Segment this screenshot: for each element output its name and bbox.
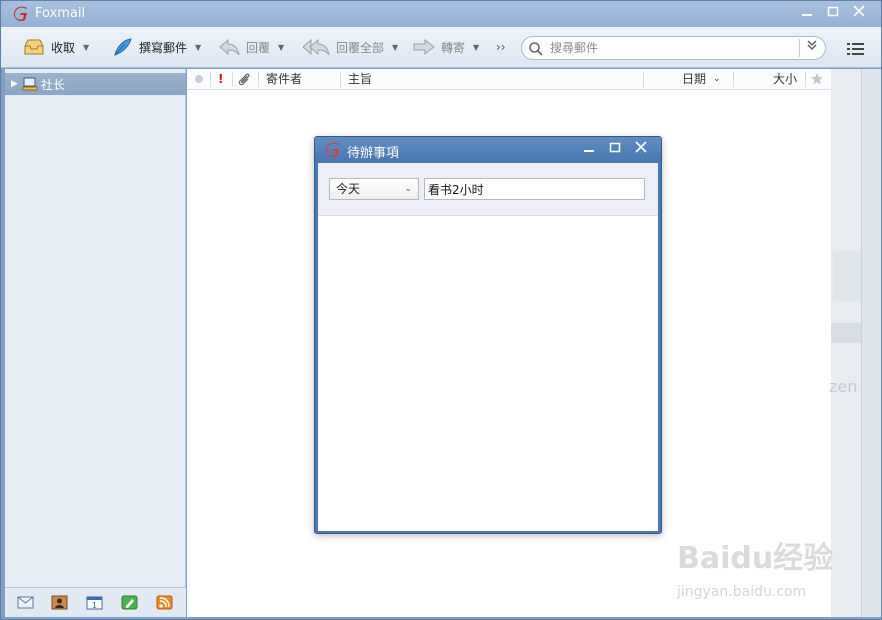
search-input[interactable] xyxy=(550,40,790,56)
receive-label: 收取 xyxy=(51,40,76,55)
forward-arrow-icon xyxy=(413,38,435,56)
chevron-down-icon[interactable]: ▼ xyxy=(392,43,398,52)
notes-icon[interactable] xyxy=(121,595,138,610)
attachment-icon[interactable] xyxy=(237,72,251,86)
maximize-icon xyxy=(609,142,621,153)
foxmail-window: Foxmail 收取 ▼ 撰寫郵件 ▼ 回覆 ▼ 回覆全部 ▼ 轉寄 ▼ ›› … xyxy=(0,0,882,620)
dialog-close-button[interactable] xyxy=(631,141,651,159)
account-item[interactable]: ▶ 社长 xyxy=(5,73,186,95)
forward-label: 轉寄 xyxy=(441,40,466,55)
forward-button[interactable]: 轉寄 ▼ xyxy=(413,36,479,58)
search-options-button[interactable] xyxy=(799,39,823,57)
minimize-button[interactable] xyxy=(797,5,817,23)
reply-arrow-icon xyxy=(219,38,240,56)
close-icon xyxy=(635,141,647,153)
minimize-icon xyxy=(802,14,812,16)
watermark-url: jingyan.baidu.com xyxy=(677,584,807,600)
todo-dialog-titlebar[interactable]: 待辦事項 xyxy=(315,137,661,163)
app-title: Foxmail xyxy=(35,6,86,21)
chevron-down-icon[interactable]: ▼ xyxy=(473,43,479,52)
background-brand-text: zen xyxy=(829,377,858,396)
receive-button[interactable]: 收取 ▼ xyxy=(23,36,89,58)
star-icon[interactable] xyxy=(810,72,824,86)
svg-text:1: 1 xyxy=(92,601,97,610)
minimize-icon xyxy=(584,150,594,152)
maximize-icon xyxy=(827,6,839,17)
due-date-select[interactable]: 今天 ⌄ xyxy=(329,178,419,200)
reply-all-arrow-icon xyxy=(302,38,330,56)
chevron-down-icon[interactable]: ▼ xyxy=(83,43,89,52)
sender-column-header[interactable]: 寄件者 xyxy=(266,71,302,87)
read-status-icon[interactable] xyxy=(194,74,204,84)
close-icon xyxy=(853,5,865,17)
todo-entry-bar: 今天 ⌄ xyxy=(318,163,658,216)
dialog-minimize-button[interactable] xyxy=(579,141,599,159)
due-date-value: 今天 xyxy=(336,182,361,196)
module-switcher: 1 xyxy=(5,587,186,617)
foxmail-logo-icon xyxy=(13,6,27,22)
compose-label: 撰寫郵件 xyxy=(139,40,188,55)
maximize-button[interactable] xyxy=(823,5,843,23)
rss-feed-icon[interactable] xyxy=(156,595,173,610)
account-label: 社长 xyxy=(40,77,65,92)
account-computer-icon xyxy=(22,77,38,91)
background-graphic xyxy=(831,323,861,343)
task-input[interactable] xyxy=(424,178,645,200)
search-icon xyxy=(529,42,543,56)
search-box xyxy=(521,36,826,60)
more-tools-button[interactable]: ›› xyxy=(496,36,506,58)
preview-scrollbar[interactable] xyxy=(861,69,881,617)
chevron-down-icon: ⌄ xyxy=(404,184,412,194)
priority-column-header[interactable]: ! xyxy=(218,71,223,87)
contacts-icon[interactable] xyxy=(51,595,68,610)
feather-pen-icon xyxy=(114,38,132,56)
todo-dialog-body: 今天 ⌄ xyxy=(318,163,658,531)
baidu-watermark: Baidu经验 xyxy=(677,541,834,576)
size-column-header[interactable]: 大小 xyxy=(773,71,797,87)
mail-icon[interactable] xyxy=(17,595,34,610)
background-graphic xyxy=(833,251,861,301)
preview-pane xyxy=(831,69,861,617)
todo-dialog: 待辦事項 今天 ⌄ xyxy=(314,136,662,534)
foxmail-logo-icon xyxy=(325,142,339,158)
chevron-down-icon[interactable]: ▼ xyxy=(278,43,284,52)
todo-dialog-title: 待辦事項 xyxy=(347,146,400,161)
date-column-header[interactable]: 日期 xyxy=(682,71,706,87)
compose-button[interactable]: 撰寫郵件 ▼ xyxy=(111,36,201,58)
expand-triangle-icon[interactable]: ▶ xyxy=(11,79,18,89)
chevron-down-icon[interactable]: ▼ xyxy=(195,43,201,52)
mail-list-header: ! 寄件者 主旨 日期 ⌄ 大小 xyxy=(187,69,831,90)
close-button[interactable] xyxy=(849,5,869,23)
calendar-icon[interactable]: 1 xyxy=(86,595,103,610)
reply-button[interactable]: 回覆 ▼ xyxy=(218,36,284,58)
double-chevron-down-icon xyxy=(807,40,816,50)
reply-all-label: 回覆全部 xyxy=(336,40,385,55)
reply-all-button[interactable]: 回覆全部 ▼ xyxy=(302,36,398,58)
folder-sidebar: ▶ 社长 1 xyxy=(5,69,186,617)
subject-column-header[interactable]: 主旨 xyxy=(348,71,372,87)
title-bar: Foxmail xyxy=(1,1,881,27)
reply-label: 回覆 xyxy=(246,40,271,55)
main-toolbar: 收取 ▼ 撰寫郵件 ▼ 回覆 ▼ 回覆全部 ▼ 轉寄 ▼ ›› 搜尋郵件 xyxy=(1,27,881,68)
menu-list-icon[interactable] xyxy=(846,41,866,57)
inbox-tray-icon xyxy=(24,39,44,55)
dialog-maximize-button[interactable] xyxy=(605,141,625,159)
sort-chevron-down-icon[interactable]: ⌄ xyxy=(713,71,721,87)
